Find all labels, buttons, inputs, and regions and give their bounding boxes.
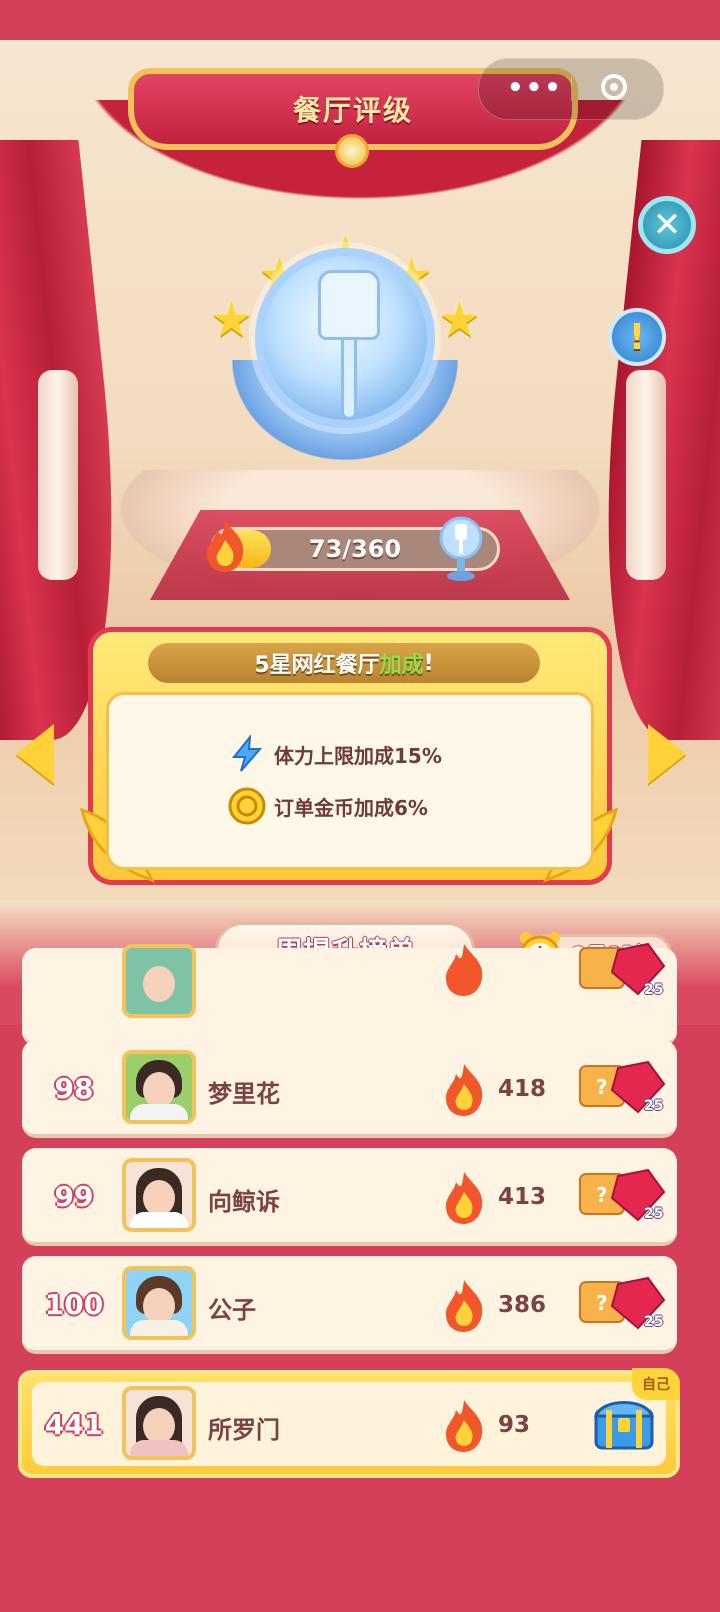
bonus-item-label: 体力上限加成15% — [274, 743, 442, 768]
fire-icon — [446, 1064, 483, 1116]
leaderboard-row[interactable]: 100 公子 386 ? 25 — [22, 1256, 677, 1354]
player-name: 向鲸诉 — [208, 1188, 280, 1216]
rank-number: 441 — [44, 1408, 104, 1441]
previous-arrow-button[interactable] — [16, 724, 54, 784]
svg-text:?: ? — [596, 1075, 608, 1099]
player-score: 418 — [498, 1076, 547, 1102]
medal-trophy-icon — [439, 516, 483, 581]
rating-star-icon: ★ — [210, 292, 254, 348]
fire-icon — [207, 520, 244, 572]
bonus-item-label: 订单金币加成6% — [274, 795, 428, 820]
page-title: 餐厅评级 — [292, 94, 413, 127]
bonus-title-suffix: ! — [423, 650, 434, 676]
rating-star-icon: ★ — [438, 292, 482, 348]
player-name: 梦里花 — [208, 1080, 280, 1108]
player-score: 93 — [498, 1412, 531, 1438]
rank-number: 100 — [44, 1288, 104, 1321]
avatar — [122, 1386, 196, 1460]
leaderboard-row[interactable]: 98 梦里花 418 ? 25 — [22, 1040, 677, 1138]
self-badge: 自己 — [632, 1368, 680, 1400]
reward-count: 25 — [644, 1098, 664, 1114]
svg-text:?: ? — [596, 1291, 608, 1315]
capsule-divider — [571, 77, 572, 101]
close-button[interactable]: ✕ — [638, 196, 696, 254]
rank-number: 98 — [54, 1072, 94, 1105]
bonus-item-stamina: 体力上限加成15% — [228, 734, 442, 774]
fire-icon — [446, 1280, 483, 1332]
player-name: 公子 — [208, 1296, 256, 1324]
next-arrow-button[interactable] — [648, 724, 686, 784]
close-icon: ✕ — [652, 205, 682, 245]
bonus-title: 5星网红餐厅 加成! — [148, 643, 540, 683]
lightning-icon — [231, 735, 263, 772]
more-menu-button[interactable]: ••• — [507, 73, 563, 103]
leaderboard-row-partial[interactable]: 25 — [22, 942, 677, 1046]
fire-icon — [446, 1172, 483, 1224]
fire-icon — [446, 1400, 483, 1452]
pillar-right — [626, 370, 666, 580]
player-name: 所罗门 — [208, 1416, 280, 1444]
bonus-content — [106, 692, 594, 870]
avatar — [122, 1158, 196, 1232]
pillar-left — [38, 370, 78, 580]
svg-text:?: ? — [596, 1183, 608, 1207]
spatula-icon — [318, 270, 380, 420]
player-score: 386 — [498, 1292, 547, 1318]
leaderboard-row[interactable]: 99 向鲸诉 413 ? 25 — [22, 1148, 677, 1246]
avatar — [122, 944, 196, 1018]
player-score: 413 — [498, 1184, 547, 1210]
bonus-title-highlight: 加成 — [379, 653, 424, 678]
avatar — [122, 1050, 196, 1124]
reward-count: 25 — [644, 1314, 664, 1330]
reward-count: 25 — [644, 982, 664, 998]
leaderboard-row-self[interactable]: 441 所罗门 93 — [18, 1370, 680, 1478]
treasure-chest-icon — [593, 1401, 655, 1450]
capsule-menu: ••• — [478, 58, 664, 120]
reward-count: 25 — [644, 1206, 664, 1222]
banner-gem — [335, 134, 369, 168]
bonus-title-prefix: 5星网红餐厅 — [254, 653, 380, 678]
gold-coin-icon — [228, 787, 266, 825]
info-button[interactable]: ! — [608, 308, 666, 366]
fire-icon — [446, 944, 483, 996]
leaderboard-list[interactable]: 25 98 梦里花 418 ? 25 99 向鲸诉 413 ? 25 100 公… — [0, 942, 720, 1588]
avatar — [122, 1266, 196, 1340]
bonus-item-coins: 订单金币加成6% — [228, 786, 428, 826]
rank-number: 99 — [54, 1180, 94, 1213]
exclamation-icon: ! — [628, 316, 646, 358]
close-miniprogram-button[interactable] — [601, 74, 627, 100]
